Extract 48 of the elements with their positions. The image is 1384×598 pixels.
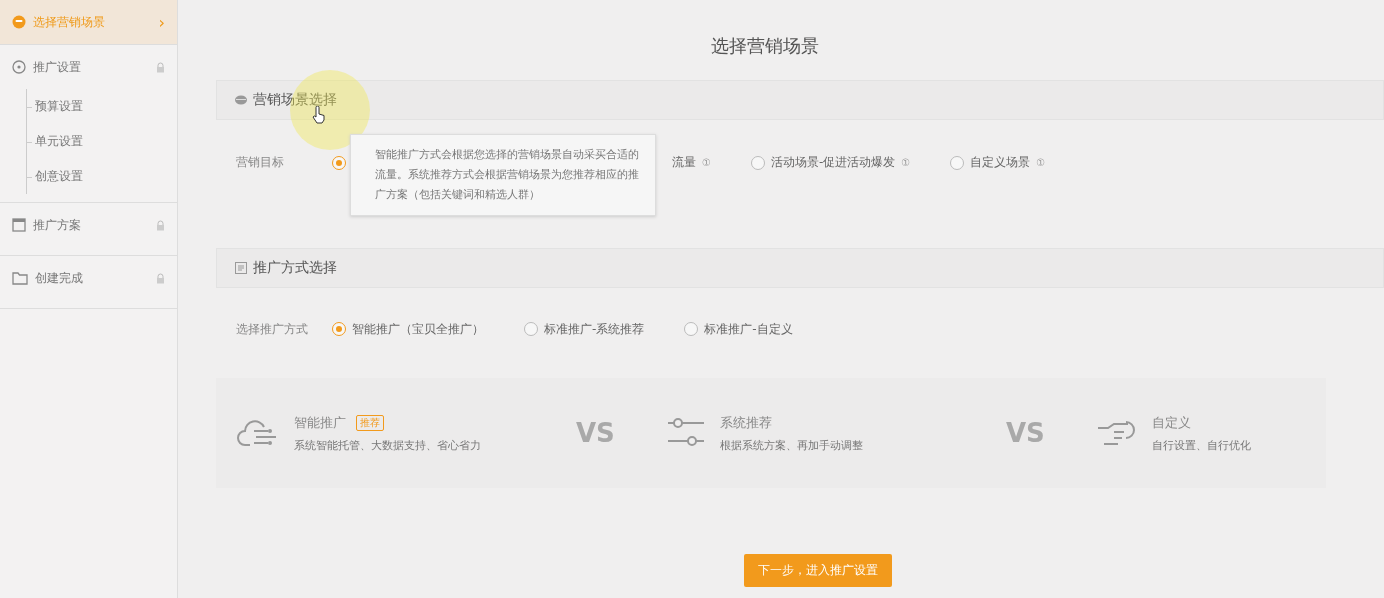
list-icon (235, 262, 247, 274)
card-title: 自定义 (1152, 413, 1191, 432)
folder-icon (12, 271, 28, 285)
lock-icon (156, 272, 165, 284)
sidebar-item[interactable]: 创建完成 (35, 269, 149, 287)
card-title: 智能推广 (294, 413, 346, 432)
next-step-button[interactable]: 下一步，进入推广设置 (744, 554, 892, 587)
sidebar-subitem[interactable]: 预算设置 (27, 89, 177, 124)
card-description: 系统智能托管、大数据支持、省心省力 (294, 437, 481, 453)
radio-label[interactable]: 智能推广（宝贝全推广） (352, 320, 484, 338)
page-title: 选择营销场景 (710, 34, 820, 58)
radio-button[interactable] (950, 155, 965, 170)
recommended-badge: 推荐 (356, 414, 384, 431)
radio-button[interactable] (332, 322, 346, 336)
window-icon (12, 218, 26, 232)
radio-button[interactable] (684, 322, 699, 336)
field-label: 营销目标 (236, 154, 285, 171)
card-description: 根据系统方案、再加手动调整 (720, 437, 863, 453)
radio-label[interactable]: 自定义场景 (970, 154, 1031, 171)
sidebar-subitem[interactable]: 单元设置 (27, 124, 177, 159)
radio-button[interactable] (750, 155, 765, 170)
lock-icon (156, 61, 165, 73)
sidebar-subitem[interactable]: 创意设置 (27, 159, 177, 194)
target-icon (12, 60, 26, 74)
card-title: 系统推荐 (720, 413, 772, 432)
info-icon[interactable]: ① (1036, 157, 1046, 168)
info-icon[interactable]: ① (702, 157, 711, 168)
info-icon[interactable]: ① (901, 157, 911, 168)
vs-label: VS (576, 418, 616, 448)
radio-button[interactable] (332, 155, 346, 170)
section-title: 推广方式选择 (253, 259, 337, 277)
radio-label[interactable]: 活动场景-促进活动爆发 (770, 154, 896, 171)
field-label: 选择推广方式 (236, 320, 309, 338)
vs-label: VS (1006, 418, 1046, 448)
radio-label[interactable]: 标准推广-系统推荐 (544, 320, 645, 338)
tooltip: 智能推广方式会根据您选择的营销场景自动采买合适的流量。系统推荐方式会根据营销场景为您推荐相应的推广方案（包括关键词和精选人群） (350, 134, 656, 216)
section-title: 营销场景选择 (253, 91, 337, 109)
radio-button[interactable] (524, 322, 538, 336)
hand-cursor-icon (312, 106, 326, 124)
radio-label[interactable]: 流量 (672, 154, 696, 171)
chevron-icon: › (158, 12, 165, 32)
coin-icon (12, 15, 26, 29)
coin-stack-icon (235, 95, 247, 105)
sidebar-item[interactable]: 推广设置 (33, 58, 149, 76)
card-description: 自行设置、自行优化 (1152, 437, 1251, 453)
lock-icon (156, 219, 165, 231)
radio-label[interactable]: 标准推广-自定义 (704, 320, 793, 338)
sidebar-item[interactable]: 推广方案 (33, 216, 149, 234)
